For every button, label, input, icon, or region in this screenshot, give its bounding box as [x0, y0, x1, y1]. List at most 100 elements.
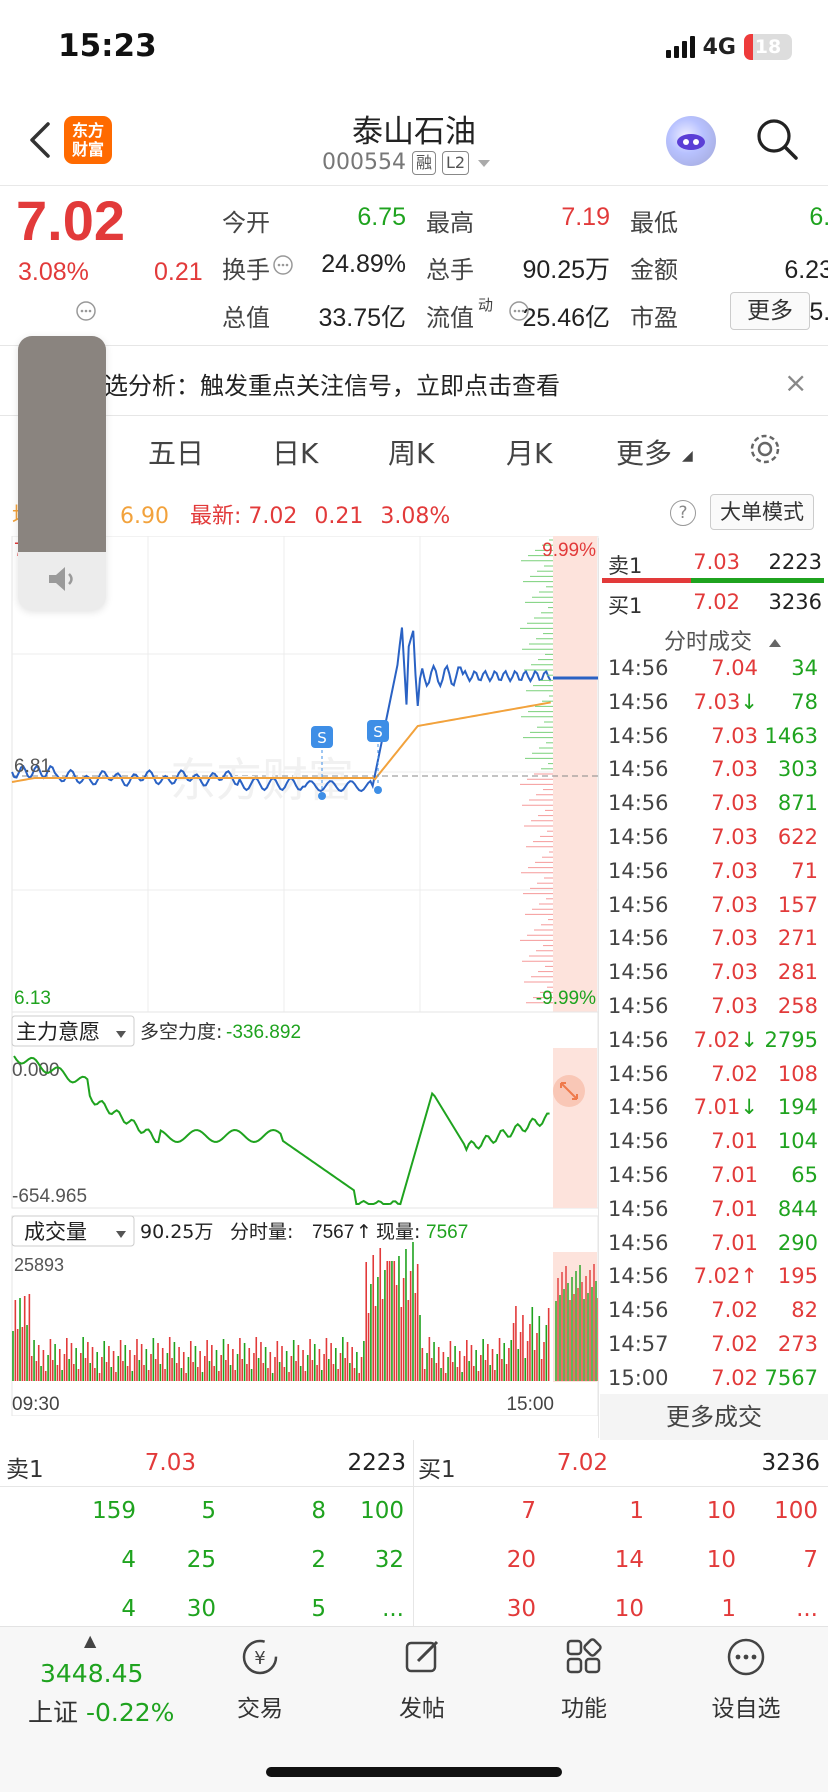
banner-close-button[interactable]: × [784, 366, 807, 399]
grid-icon [566, 1638, 602, 1674]
pct-axis-bottom: -9.99% [536, 988, 596, 1009]
trade-volume: 271 [777, 926, 818, 951]
book-buy-label: 买1 [418, 1457, 456, 1483]
trade-direction: ↑ [740, 1264, 758, 1289]
price-axis-bottom: 6.13 [14, 988, 51, 1009]
volume-hud [18, 336, 106, 610]
change-amount: 0.21 [154, 258, 203, 286]
trade-time: 14:56 [608, 723, 669, 748]
divider [0, 1486, 828, 1487]
book-sell-depth: 5 [201, 1498, 216, 1524]
intraday-chart[interactable]: 东方财富SS76.136.819.99%-9.99%主力意愿多空力度:-336.… [0, 536, 600, 1416]
edit-icon [405, 1640, 439, 1673]
caret-down-icon [478, 159, 491, 167]
stock-code-row[interactable]: 000554 融 L2 [322, 150, 493, 175]
battery-level: 18 [754, 36, 782, 58]
trade-price: 7.02 [693, 1264, 741, 1289]
nav-functions[interactable]: 功能 [524, 1637, 644, 1723]
tab-period[interactable]: 日K [272, 432, 318, 472]
buy1-volume: 3236 [768, 590, 822, 614]
quote-value: 6.74 [809, 203, 828, 231]
trade-row: 15:00 7.02 7567 [608, 1366, 818, 1390]
nav-post[interactable]: 发帖 [362, 1637, 482, 1723]
book-buy-depth: 7 [803, 1547, 818, 1573]
divider [0, 415, 828, 416]
book-buy-depth: 10 [614, 1596, 644, 1622]
info-dots-icon[interactable] [272, 254, 294, 276]
trade-time: 14:56 [608, 791, 669, 816]
sell1-price: 7.03 [693, 550, 740, 574]
caret-up-icon [769, 639, 782, 647]
chart-settings-button[interactable] [748, 432, 782, 466]
signal-dot [318, 792, 326, 800]
index-change: -0.22% [85, 1698, 175, 1727]
home-indicator [266, 1767, 562, 1777]
order-ratio-bar [602, 578, 824, 583]
trade-direction: ↓ [740, 689, 758, 714]
search-button[interactable] [754, 116, 800, 162]
latest-label: 最新: [190, 504, 242, 529]
index-line: 上证 -0.22% [28, 1693, 174, 1729]
tab-period[interactable]: 周K [388, 432, 434, 472]
stock-code: 000554 [322, 150, 406, 175]
signal-banner-text[interactable]: 选分析：触发重点关注信号，立即点击查看 [104, 366, 560, 401]
index-value: 3448.45 [40, 1659, 144, 1688]
book-buy-depth: 7 [521, 1498, 536, 1524]
trade-price: 7.03 [711, 825, 758, 849]
trade-time: 14:56 [608, 1230, 669, 1255]
more-trades-button[interactable]: 更多成交 [600, 1394, 828, 1440]
quote-value: 7.19 [561, 203, 610, 231]
book-buy-depth: 20 [506, 1547, 536, 1573]
trade-price: 7.02 [711, 1061, 758, 1086]
nav-trade-label: 交易 [237, 1696, 283, 1722]
nav-add-watchlist[interactable]: 设自选 [686, 1637, 806, 1723]
trade-price: 7.03 [711, 892, 758, 917]
sell1-label: 卖1 [608, 554, 643, 578]
tab-period[interactable]: 更多 [616, 432, 672, 472]
trade-row: 14:56 7.02↓ 2795 [608, 1028, 818, 1052]
info-dots-icon[interactable] [75, 300, 97, 322]
watermark-text: 东方财富 [170, 753, 354, 807]
info-dots-icon[interactable] [508, 300, 530, 322]
book-sell-price: 7.03 [144, 1450, 196, 1476]
bottom-nav: ▲ 3448.45 上证 -0.22% ¥ 交易 发帖 功能 设自选 [0, 1626, 828, 1792]
nav-add-watchlist-label: 设自选 [711, 1696, 781, 1722]
trade-price: 7.03 [711, 858, 758, 883]
trade-time: 14:56 [608, 1061, 669, 1086]
buy1-price: 7.02 [693, 590, 740, 614]
more-quote-button[interactable]: 更多 [730, 292, 810, 330]
quote-label: 今开 [222, 209, 270, 237]
trade-price: 7.02 [711, 1298, 758, 1323]
trade-row: 14:56 7.02↑ 195 [608, 1264, 818, 1288]
trade-row: 14:56 7.01 104 [608, 1129, 818, 1153]
signal-dot [374, 786, 382, 794]
book-sell-volume: 2223 [347, 1450, 406, 1476]
trade-time: 14:56 [608, 1264, 669, 1289]
help-icon[interactable]: ? [670, 500, 696, 526]
assistant-robot-icon[interactable] [666, 116, 716, 166]
trade-row: 14:56 7.03 871 [608, 791, 818, 815]
tab-period[interactable]: 月K [506, 432, 552, 472]
trades-title[interactable]: 分时成交 [664, 624, 783, 656]
indicator-field: 多空力度: [140, 1021, 222, 1043]
trade-time: 14:56 [608, 892, 669, 917]
book-buy-depth: 100 [774, 1498, 818, 1524]
quote-label: 最高 [426, 209, 474, 237]
quote-value: 25.46亿 [522, 304, 610, 332]
trade-time: 14:56 [608, 1095, 669, 1120]
level2-tag: L2 [442, 150, 470, 175]
trade-row: 14:56 7.03 157 [608, 893, 818, 917]
trade-time: 14:56 [608, 1196, 669, 1221]
trade-price: 7.01 [711, 1230, 758, 1255]
trade-volume: 104 [777, 1129, 818, 1154]
trade-price: 7.03 [711, 926, 758, 951]
battery-icon: 18 [744, 34, 792, 60]
trade-volume: 65 [791, 1163, 818, 1187]
trade-price: 7.03 [693, 689, 741, 714]
nav-trade[interactable]: ¥ 交易 [200, 1637, 320, 1723]
trade-volume: 34 [791, 656, 818, 680]
big-order-mode-button[interactable]: 大单模式 [710, 494, 814, 530]
tab-period[interactable]: 五日 [148, 432, 204, 472]
sell1-volume: 2223 [768, 550, 822, 574]
trade-volume: 108 [777, 1061, 818, 1086]
